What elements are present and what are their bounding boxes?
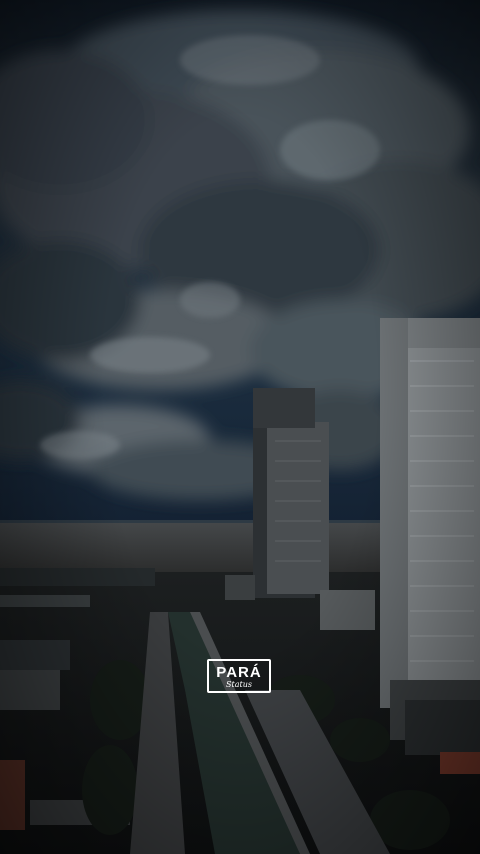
photo-frame: PARÁ Status — [0, 0, 480, 854]
logo-title: PARÁ — [216, 664, 262, 681]
logo-subtitle: Status — [226, 680, 252, 689]
city-photo — [0, 0, 480, 854]
tower-right — [380, 318, 480, 708]
para-status-logo: PARÁ Status — [207, 659, 271, 693]
